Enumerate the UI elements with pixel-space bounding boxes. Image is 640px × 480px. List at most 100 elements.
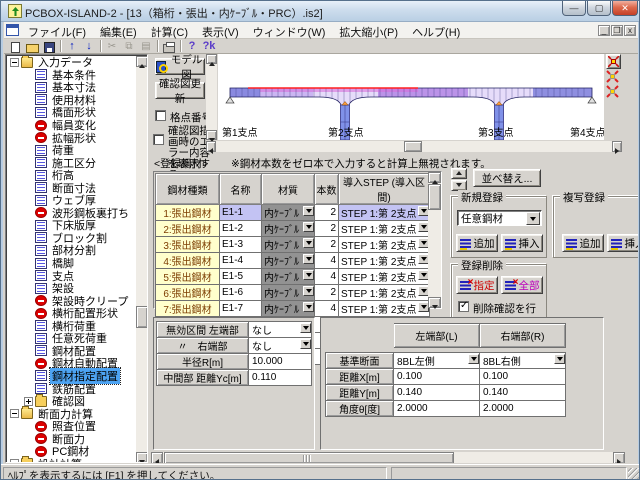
param-row: 距離X[m] 0.100 0.100	[326, 369, 566, 385]
expander-icon[interactable]	[10, 58, 19, 67]
new-file-icon[interactable]	[7, 40, 23, 53]
row-up-button[interactable]	[451, 168, 467, 179]
delete-icon	[505, 281, 516, 290]
insert-icon	[611, 239, 622, 248]
close-button[interactable]: ✕	[612, 1, 638, 16]
document-icon[interactable]	[6, 24, 19, 36]
tree-item-icon	[35, 145, 47, 156]
tree-item-icon	[35, 320, 47, 331]
expander-icon[interactable]	[10, 459, 19, 462]
steel-table-row[interactable]: 4:張出鋼材 E1-4 内ｹｰﾌﾞﾙ 4 STEP 1:第 2支点	[156, 253, 430, 269]
move-down-icon[interactable]: ↓	[81, 40, 97, 53]
mdi-close-button[interactable]: x	[624, 25, 636, 36]
tree-item[interactable]: 設計計算	[7, 458, 135, 463]
material-dropdown-icon[interactable]	[303, 206, 314, 216]
param-row: 無効区間 左端部 なし	[157, 322, 312, 338]
dropdown-arrow-icon[interactable]	[526, 212, 540, 225]
scroll-up-icon[interactable]	[206, 54, 217, 64]
node-number-checkbox[interactable]	[155, 110, 166, 121]
drawing-hscrollbar[interactable]	[206, 141, 622, 152]
resize-grip-icon[interactable]	[628, 468, 640, 480]
title-bar[interactable]: PCBOX-ISLAND-2 - [13（箱桁・張出・内ｹｰﾌﾞﾙ・PRC）.i…	[1, 1, 640, 22]
copy-insert-button[interactable]: 挿入	[607, 234, 638, 252]
scroll-right-icon[interactable]	[613, 452, 625, 463]
new-insert-button[interactable]: 挿入	[501, 234, 543, 252]
scroll-thumb[interactable]	[136, 306, 148, 328]
support-icon	[588, 97, 596, 103]
tree-item-icon	[35, 170, 47, 181]
menu-items: ファイル(F)編集(E)計算(C)表示(V)ウィンドウ(W)拡大縮小(P)ヘルプ…	[21, 22, 467, 39]
scroll-thumb[interactable]	[428, 184, 441, 210]
zoom-select-icon[interactable]	[606, 54, 621, 69]
insert-icon	[505, 239, 516, 248]
steel-table-row[interactable]: 5:張出鋼材 E1-5 内ｹｰﾌﾞﾙ 4 STEP 1:第 2支点	[156, 269, 430, 285]
scroll-thumb[interactable]	[164, 452, 454, 463]
param-row: 基準断面 8BL左側 8BL右側	[326, 353, 566, 369]
scroll-left-icon[interactable]	[151, 452, 163, 463]
material-dropdown-icon[interactable]	[303, 286, 314, 296]
new-add-button[interactable]: 追加	[456, 234, 498, 252]
scroll-down-icon[interactable]	[428, 297, 441, 308]
bridge-model-drawing[interactable]: 第1支点 第2支点 第3支点 第4支点	[218, 54, 604, 140]
steel-table-row[interactable]: 3:張出鋼材 E1-3 内ｹｰﾌﾞﾙ 2 STEP 1:第 2支点	[156, 237, 430, 253]
update-diagram-button[interactable]: 確認図更新	[155, 82, 205, 99]
expander-icon[interactable]	[10, 409, 19, 418]
steel-table-row[interactable]: 6:張出鋼材 E1-6 内ｹｰﾌﾞﾙ 2 STEP 1:第 2支点	[156, 285, 430, 301]
material-dropdown-icon[interactable]	[303, 222, 314, 232]
scroll-down-icon[interactable]	[136, 452, 148, 463]
mdi-minimize-button[interactable]: _	[598, 25, 610, 36]
steel-table-scrollbar[interactable]	[428, 172, 441, 308]
dropdown-arrow-icon[interactable]	[554, 354, 565, 364]
move-up-icon[interactable]: ↑	[64, 40, 80, 53]
support-label-2: 第2支点	[328, 126, 364, 139]
col-header: 本数	[315, 174, 339, 205]
print-icon[interactable]	[161, 40, 177, 53]
app-icon	[8, 4, 22, 18]
tree-item-icon	[35, 157, 47, 168]
open-file-icon[interactable]	[24, 40, 40, 53]
tree-item-icon	[35, 82, 47, 93]
scroll-thumb[interactable]	[404, 141, 422, 152]
sort-button[interactable]: 並べ替え...	[473, 169, 541, 187]
paste-icon: ▤	[138, 40, 154, 53]
tree-scrollbar[interactable]	[136, 56, 148, 463]
expander-icon[interactable]	[24, 397, 33, 406]
new-registration-group: 新規登録 任意鋼材 追加 挿入	[451, 196, 547, 258]
save-file-icon[interactable]	[41, 40, 57, 53]
steel-type-dropdown[interactable]: 任意鋼材	[457, 210, 542, 226]
tree-item-icon	[35, 270, 47, 281]
tree-item-icon	[35, 295, 47, 306]
dropdown-arrow-icon[interactable]	[300, 339, 311, 349]
dropdown-arrow-icon[interactable]	[468, 354, 479, 364]
scroll-down-icon[interactable]	[206, 130, 217, 140]
copy-add-button[interactable]: 追加	[562, 234, 604, 252]
mdi-restore-button[interactable]: ❐	[611, 25, 623, 36]
confirm-delete-checkbox[interactable]	[458, 301, 469, 312]
material-dropdown-icon[interactable]	[303, 270, 314, 280]
material-dropdown-icon[interactable]	[303, 254, 314, 264]
maximize-button[interactable]: ▢	[587, 1, 611, 16]
context-help-icon[interactable]: ?k	[201, 40, 217, 53]
delete-specified-button[interactable]: 指定	[456, 276, 498, 294]
steel-table-row[interactable]: 1:張出鋼材 E1-1 内ｹｰﾌﾞﾙ 2 STEP 1:第 2支点	[156, 205, 430, 221]
scroll-up-icon[interactable]	[428, 172, 441, 183]
zoom-in-icon[interactable]	[606, 85, 621, 99]
steel-table-row[interactable]: 7:張出鋼材 E1-7 内ｹｰﾌﾞﾙ 4 STEP 1:第 2支点	[156, 301, 430, 317]
material-dropdown-icon[interactable]	[303, 302, 314, 312]
minimize-button[interactable]: —	[562, 1, 586, 16]
error-display-checkbox[interactable]	[153, 134, 164, 145]
material-dropdown-icon[interactable]	[303, 238, 314, 248]
drawing-vscrollbar[interactable]	[206, 54, 217, 140]
main-hscrollbar[interactable]	[151, 452, 625, 463]
zoom-out-icon[interactable]	[606, 70, 621, 84]
about-icon[interactable]: ?	[184, 40, 200, 53]
scroll-left-icon[interactable]	[206, 141, 216, 152]
scroll-up-icon[interactable]	[136, 56, 148, 67]
tree-item-icon	[35, 195, 47, 206]
delete-all-button[interactable]: 全部	[501, 276, 543, 294]
steel-table-row[interactable]: 2:張出鋼材 E1-2 内ｹｰﾌﾞﾙ 2 STEP 1:第 2支点	[156, 221, 430, 237]
tree-item-icon	[35, 120, 47, 131]
model-view-button[interactable]: モデル図	[155, 58, 205, 75]
dropdown-arrow-icon[interactable]	[300, 323, 311, 333]
scroll-right-icon[interactable]	[612, 141, 622, 152]
